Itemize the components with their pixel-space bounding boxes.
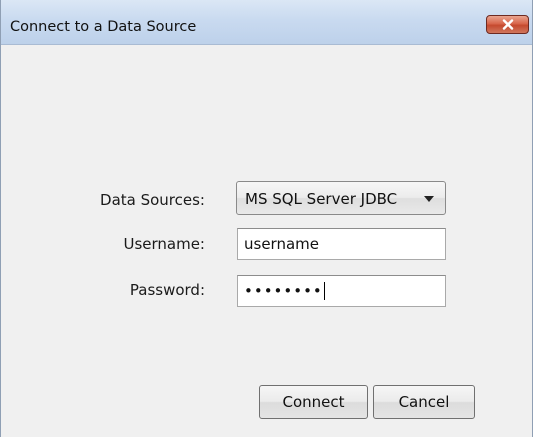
dialog-window: Connect to a Data Source Data Sources: M… [0, 0, 533, 437]
dialog-content: Data Sources: MS SQL Server JDBC Usernam… [1, 45, 532, 437]
chevron-down-icon [424, 196, 434, 202]
data-sources-label: Data Sources: [100, 191, 205, 209]
close-button[interactable] [486, 15, 529, 34]
data-source-dropdown[interactable]: MS SQL Server JDBC [236, 181, 446, 215]
username-label: Username: [123, 235, 205, 253]
title-bar[interactable]: Connect to a Data Source [1, 0, 532, 45]
password-field[interactable]: •••••••• [237, 275, 446, 307]
data-source-selected: MS SQL Server JDBC [245, 190, 398, 208]
username-value: username [244, 235, 319, 253]
window-title: Connect to a Data Source [10, 19, 197, 35]
username-field[interactable]: username [237, 228, 446, 260]
password-value: •••••••• [244, 282, 323, 300]
close-icon [502, 19, 514, 30]
connect-button[interactable]: Connect [259, 385, 368, 419]
text-cursor [323, 282, 326, 300]
password-label: Password: [129, 281, 205, 299]
cancel-button[interactable]: Cancel [373, 385, 475, 419]
